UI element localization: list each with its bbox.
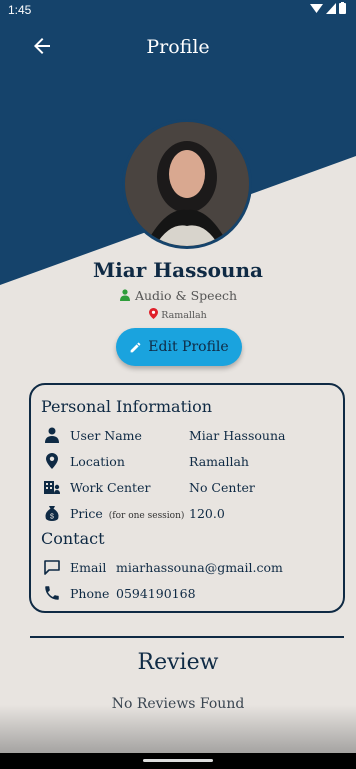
location-pin-icon [46, 453, 58, 469]
contact-row-email: Email miarhassouna@gmail.com [43, 557, 335, 577]
work-center-label: Work Center [70, 480, 151, 495]
email-label: Email [70, 560, 107, 575]
chat-bubble-icon [44, 560, 60, 575]
pencil-icon [130, 342, 141, 352]
money-bag-icon: $ [45, 506, 59, 521]
specialty-text: Audio & Speech [134, 288, 238, 303]
avatar-photo [125, 122, 249, 246]
contact-title: Contact [41, 529, 105, 548]
specialist-icon [119, 289, 130, 301]
edit-profile-button[interactable]: Edit Profile [116, 328, 242, 366]
person-icon [45, 427, 59, 443]
info-card: Personal Information User Name Miar Hass… [29, 383, 345, 613]
system-nav-bar [0, 753, 356, 769]
wifi-icon [310, 3, 323, 13]
work-center-value: No Center [189, 480, 255, 495]
svg-text:$: $ [50, 514, 54, 521]
phone-icon [45, 586, 59, 600]
battery-icon [339, 2, 346, 14]
avatar [122, 119, 252, 249]
location-label: Location [70, 454, 125, 469]
price-label: Price [70, 506, 103, 521]
info-row-location: Location Ramallah [43, 451, 335, 471]
username-label: User Name [70, 428, 142, 443]
phone-label: Phone [70, 586, 110, 601]
specialty-line: Audio & Speech [0, 288, 356, 303]
app-bar: Profile [0, 28, 356, 68]
profile-name: Miar Hassouna [93, 258, 263, 282]
username-value: Miar Hassouna [189, 428, 286, 443]
status-time: 1:45 [8, 3, 32, 17]
price-value: 120.0 [189, 506, 225, 521]
city-text: Ramallah [161, 310, 207, 321]
page-title: Profile [146, 36, 210, 58]
status-bar: 1:45 [0, 0, 356, 20]
info-row-price: $ Price (for one session) 120.0 [43, 503, 335, 523]
location-pin-icon [149, 308, 159, 319]
bottom-fade [0, 705, 356, 753]
personal-info-title: Personal Information [41, 397, 213, 416]
edit-profile-label: Edit Profile [148, 339, 229, 355]
section-divider [30, 636, 344, 638]
signal-icon [326, 2, 336, 14]
phone-value[interactable]: 0594190168 [116, 586, 196, 601]
info-row-work-center: Work Center No Center [43, 477, 335, 497]
home-indicator[interactable] [143, 759, 213, 762]
city-line: Ramallah [0, 308, 356, 321]
review-title: Review [137, 650, 219, 675]
email-value[interactable]: miarhassouna@gmail.com [116, 560, 283, 575]
info-row-username: User Name Miar Hassouna [43, 425, 335, 445]
price-note: (for one session) [108, 511, 185, 521]
building-icon [44, 481, 60, 494]
location-value: Ramallah [189, 454, 249, 469]
price-label-group: Price (for one session) [70, 506, 184, 521]
contact-row-phone: Phone 0594190168 [43, 583, 335, 603]
